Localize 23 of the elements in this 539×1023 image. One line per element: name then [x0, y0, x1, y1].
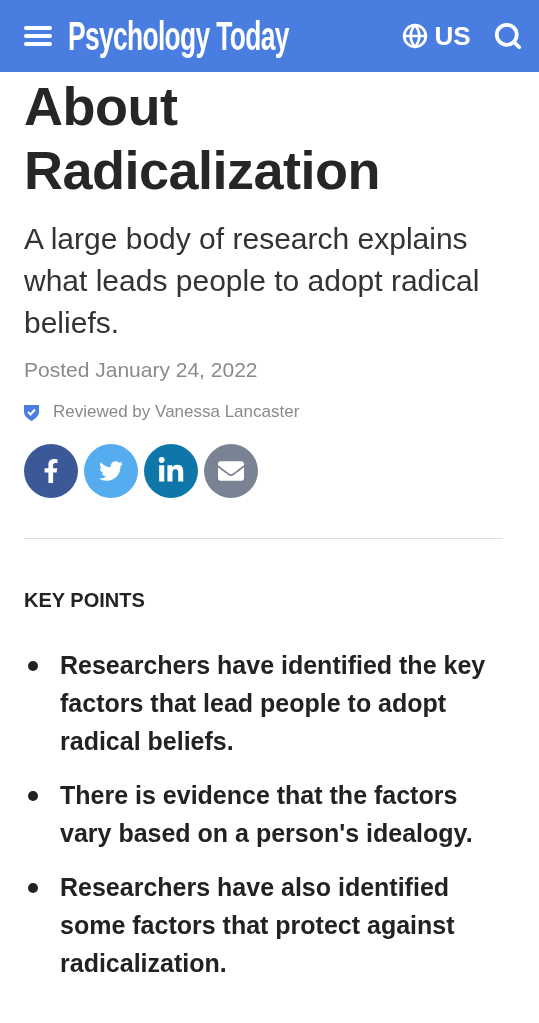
region-button[interactable]: US: [402, 20, 471, 52]
twitter-share-button[interactable]: [84, 444, 138, 498]
shield-check-icon: [24, 403, 39, 421]
facebook-share-button[interactable]: [24, 444, 78, 498]
key-point: There is evidence that the factors vary based on a person's idealogy.: [60, 780, 474, 849]
bullet-icon: [28, 661, 38, 671]
article-subtitle: A large body of research explains what leads people to adopt radical beliefs.: [24, 221, 481, 341]
reviewer: Reviewed by Vanessa Lancaster: [53, 402, 300, 422]
email-share-button[interactable]: [204, 444, 258, 498]
globe-icon: [402, 23, 429, 49]
linkedin-icon: [157, 457, 185, 485]
posted-date: Posted January 24, 2022: [24, 358, 259, 382]
key-point: Researchers have also identified some factors that protect against radicalization.: [60, 872, 456, 979]
bird-icon: [99, 459, 123, 483]
bullet-icon: [28, 883, 38, 893]
envelope-icon: [218, 458, 244, 484]
key-point: Researchers have identified the key factors that lead people to adopt radical beliefs.: [60, 650, 487, 757]
site-logo[interactable]: Psychology Today: [68, 13, 289, 59]
search-button[interactable]: [492, 21, 523, 51]
key-points-heading: KEY POINTS: [24, 589, 146, 612]
linkedin-share-button[interactable]: [144, 444, 198, 498]
bullet-icon: [28, 791, 38, 801]
article-title: About Radicalization: [24, 75, 382, 202]
